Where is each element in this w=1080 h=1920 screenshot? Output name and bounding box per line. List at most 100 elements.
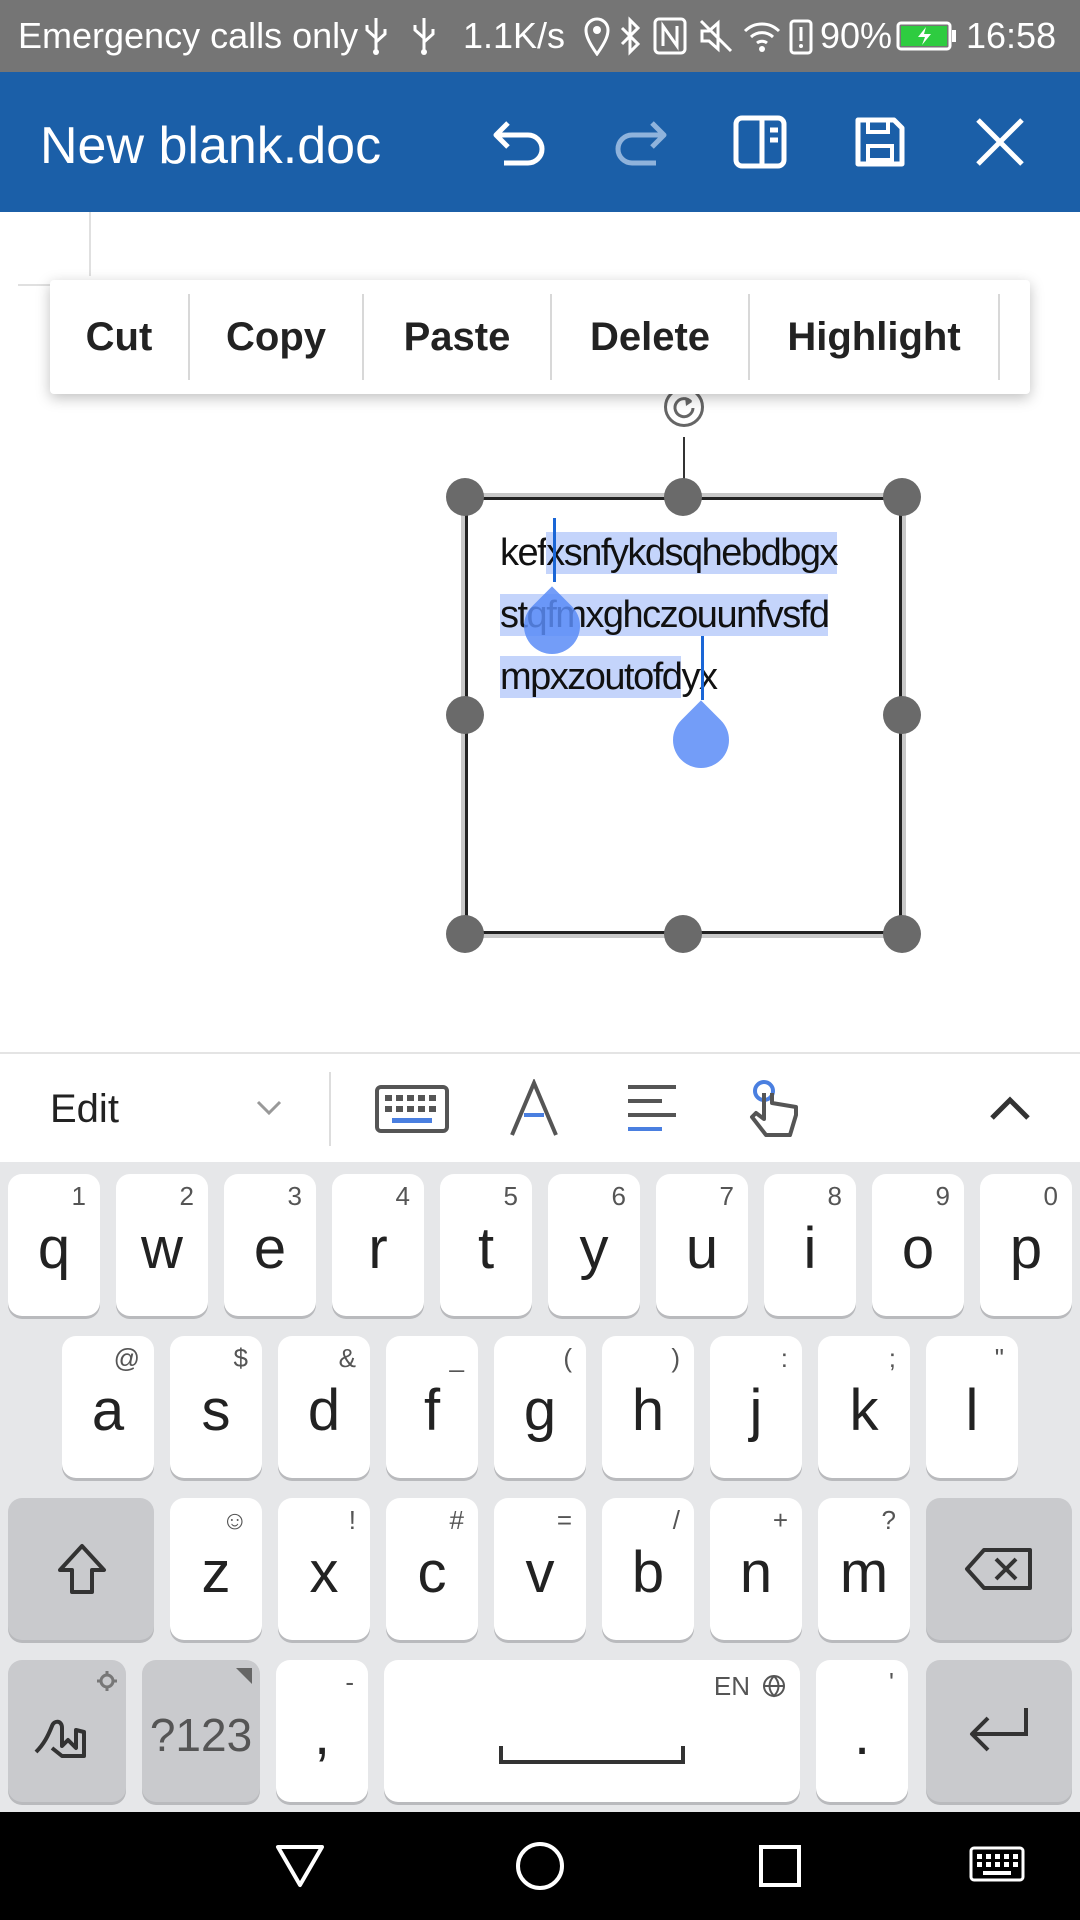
symbols-key[interactable]: ?123 xyxy=(142,1660,260,1802)
touch-select-button[interactable] xyxy=(734,1079,814,1139)
chevron-down-icon[interactable] xyxy=(254,1098,284,1118)
key-v[interactable]: v = xyxy=(494,1498,586,1640)
usb-icon xyxy=(413,18,435,55)
resize-handle-bottom[interactable] xyxy=(664,915,702,953)
key-i[interactable]: i8 xyxy=(764,1174,856,1316)
handwriting-key[interactable] xyxy=(8,1660,126,1802)
resize-handle-bottom-left[interactable] xyxy=(446,915,484,953)
key-x[interactable]: x! xyxy=(278,1498,370,1640)
recents-button[interactable] xyxy=(750,1836,810,1896)
key-hint: & xyxy=(338,1343,356,1373)
key-c[interactable]: c # xyxy=(386,1498,478,1640)
key-k[interactable]: k; xyxy=(818,1336,910,1478)
paste-button[interactable]: Paste xyxy=(364,280,550,394)
key-z[interactable]: z ☺ xyxy=(170,1498,262,1640)
key-q[interactable]: q1 xyxy=(8,1174,100,1316)
key-b[interactable]: b / xyxy=(602,1498,694,1640)
edit-mode-dropdown[interactable]: Edit xyxy=(50,1084,119,1134)
key-label: f xyxy=(423,1378,441,1443)
document-canvas[interactable]: kefxsnfykdsqhebdbgx stqfmxghczouunfvsfd … xyxy=(0,212,1080,1050)
shift-key[interactable] xyxy=(8,1498,154,1640)
keyboard-toggle-button[interactable] xyxy=(372,1079,452,1139)
highlight-button[interactable]: Highlight xyxy=(750,280,998,394)
usb-icon xyxy=(365,18,387,55)
period-key[interactable]: . ' xyxy=(816,1660,908,1802)
reading-mode-button[interactable] xyxy=(725,107,795,177)
key-hint: + xyxy=(772,1505,788,1535)
collapse-toolbar-button[interactable] xyxy=(970,1079,1050,1139)
resize-handle-left[interactable] xyxy=(446,696,484,734)
key-hint: $ xyxy=(233,1343,248,1373)
font-format-button[interactable] xyxy=(494,1079,574,1139)
soft-keyboard: q1 w2 e3 r4 t5 y6 u7 i8 o9 p0 a @ s $ d & f… xyxy=(0,1162,1080,1812)
resize-handle-top[interactable] xyxy=(664,478,702,516)
space-key[interactable]: EN xyxy=(384,1660,800,1802)
key-label: x xyxy=(309,1540,339,1605)
bluetooth-icon xyxy=(620,16,641,56)
book-layout-icon xyxy=(733,115,787,169)
key-g[interactable]: g( xyxy=(494,1336,586,1478)
resize-handle-right[interactable] xyxy=(883,696,921,734)
key-hint: 5 xyxy=(503,1181,518,1211)
key-hint: @ xyxy=(113,1343,140,1373)
app-bar: New blank.doc xyxy=(0,72,1080,212)
cut-button[interactable]: Cut xyxy=(50,280,188,394)
settings-gear-icon xyxy=(97,1671,117,1691)
backspace-key[interactable] xyxy=(926,1498,1072,1640)
key-r[interactable]: r4 xyxy=(332,1174,424,1316)
key-hint: 9 xyxy=(935,1181,950,1211)
chevron-up-icon xyxy=(990,1096,1030,1120)
key-label: a xyxy=(91,1378,125,1443)
key-j[interactable]: j: xyxy=(710,1336,802,1478)
enter-key[interactable] xyxy=(926,1660,1072,1802)
font-icon xyxy=(510,1079,558,1136)
key-label: p xyxy=(1009,1216,1043,1281)
key-label: o xyxy=(901,1216,935,1281)
back-button[interactable] xyxy=(270,1836,330,1896)
status-carrier: Emergency calls only xyxy=(18,15,359,56)
key-s[interactable]: s $ xyxy=(170,1336,262,1478)
keyboard-switch-button[interactable] xyxy=(965,1836,1029,1896)
key-label: r xyxy=(368,1216,388,1281)
undo-button[interactable] xyxy=(485,107,555,177)
key-label: b xyxy=(631,1540,665,1605)
key-o[interactable]: o9 xyxy=(872,1174,964,1316)
key-t[interactable]: t5 xyxy=(440,1174,532,1316)
selection-end-cursor xyxy=(701,636,704,700)
key-u[interactable]: u7 xyxy=(656,1174,748,1316)
key-h[interactable]: h) xyxy=(602,1336,694,1478)
paragraph-format-button[interactable] xyxy=(612,1079,692,1139)
key-f[interactable]: f _ xyxy=(386,1336,478,1478)
align-icon xyxy=(628,1085,676,1131)
comma-key[interactable]: ,- xyxy=(276,1660,368,1802)
key-e[interactable]: e3 xyxy=(224,1174,316,1316)
key-label: k xyxy=(849,1378,879,1443)
key-a[interactable]: a @ xyxy=(62,1336,154,1478)
key-y[interactable]: y6 xyxy=(548,1174,640,1316)
copy-button[interactable]: Copy xyxy=(190,280,362,394)
home-button[interactable] xyxy=(510,1836,570,1896)
key-label: ?123 xyxy=(149,1709,253,1761)
key-hint: 3 xyxy=(287,1181,302,1211)
key-w[interactable]: w2 xyxy=(116,1174,208,1316)
key-d[interactable]: d & xyxy=(278,1336,370,1478)
key-hint: 8 xyxy=(827,1181,842,1211)
key-l[interactable]: l " xyxy=(926,1336,1018,1478)
key-hint: ☺ xyxy=(221,1505,248,1535)
close-button[interactable] xyxy=(965,107,1035,177)
resize-handle-top-left[interactable] xyxy=(446,478,484,516)
key-m[interactable]: m? xyxy=(818,1498,910,1640)
key-hint: 0 xyxy=(1043,1181,1058,1211)
redo-button[interactable] xyxy=(605,107,675,177)
save-button[interactable] xyxy=(845,107,915,177)
resize-handle-top-right[interactable] xyxy=(883,478,921,516)
text-unselected: yx xyxy=(681,656,718,698)
resize-handle-bottom-right[interactable] xyxy=(883,915,921,953)
key-n[interactable]: n + xyxy=(710,1498,802,1640)
alert-icon xyxy=(789,19,813,55)
key-p[interactable]: p0 xyxy=(980,1174,1072,1316)
delete-button[interactable]: Delete xyxy=(552,280,748,394)
space-bar-icon xyxy=(499,1746,685,1764)
language-indicator: EN xyxy=(713,1671,750,1701)
text-line: kefxsnfykdsqhebdbgx xyxy=(500,522,880,584)
